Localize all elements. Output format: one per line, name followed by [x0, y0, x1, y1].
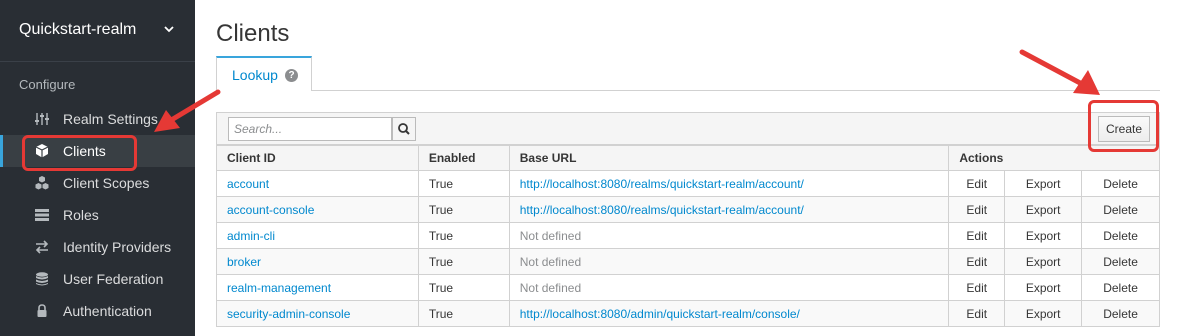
tab-lookup[interactable]: Lookup ?: [216, 56, 312, 91]
table-row: account-console True http://localhost:80…: [216, 196, 1160, 223]
export-button[interactable]: Export: [1004, 196, 1083, 223]
search-icon: [398, 123, 410, 135]
list-icon: [35, 209, 49, 221]
enabled-value: True: [417, 300, 510, 327]
table-row: realm-management True Not defined Edit E…: [216, 274, 1160, 301]
client-id-link[interactable]: security-admin-console: [216, 300, 419, 327]
base-url-link[interactable]: http://localhost:8080/realms/quickstart-…: [508, 170, 950, 197]
base-url-link[interactable]: http://localhost:8080/realms/quickstart-…: [508, 196, 950, 223]
base-url-value: Not defined: [508, 274, 950, 301]
realm-selector[interactable]: Quickstart-realm: [0, 0, 195, 62]
enabled-value: True: [417, 222, 510, 249]
table-row: security-admin-console True http://local…: [216, 300, 1160, 327]
edit-button[interactable]: Edit: [948, 300, 1006, 327]
table-row: broker True Not defined Edit Export Dele…: [216, 248, 1160, 275]
export-button[interactable]: Export: [1004, 170, 1083, 197]
export-button[interactable]: Export: [1004, 222, 1083, 249]
sliders-icon: [35, 113, 49, 125]
tabs-divider: [216, 90, 1160, 91]
tab-label: Lookup: [232, 67, 278, 83]
sidebar-item-label: Authentication: [63, 303, 152, 319]
edit-button[interactable]: Edit: [948, 248, 1006, 275]
export-button[interactable]: Export: [1004, 300, 1083, 327]
sidebar-item-label: User Federation: [63, 271, 164, 287]
database-icon: [36, 272, 48, 286]
base-url-link[interactable]: http://localhost:8080/admin/quickstart-r…: [508, 300, 950, 327]
base-url-value: Not defined: [508, 222, 950, 249]
exchange-icon: [35, 240, 49, 254]
clients-highlight-box: [22, 135, 137, 171]
delete-button[interactable]: Delete: [1081, 274, 1160, 301]
column-header-base-url[interactable]: Base URL: [508, 145, 950, 171]
edit-button[interactable]: Edit: [948, 170, 1006, 197]
sidebar-item-client-scopes[interactable]: Client Scopes: [0, 167, 195, 199]
delete-button[interactable]: Delete: [1081, 196, 1160, 223]
sidebar-item-label: Realm Settings: [63, 111, 158, 127]
help-icon[interactable]: ?: [285, 69, 298, 82]
enabled-value: True: [417, 248, 510, 275]
sidebar-item-label: Identity Providers: [63, 239, 172, 255]
search-input[interactable]: [228, 117, 392, 141]
chevron-down-icon: [164, 26, 174, 33]
delete-button[interactable]: Delete: [1081, 300, 1160, 327]
sidebar-item-label: Client Scopes: [63, 175, 150, 191]
page-title: Clients: [216, 20, 290, 47]
sidebar-item-roles[interactable]: Roles: [0, 199, 195, 231]
client-id-link[interactable]: account: [216, 170, 419, 197]
enabled-value: True: [417, 170, 510, 197]
clients-table: Client ID Enabled Base URL Actions accou…: [216, 145, 1160, 327]
column-header-client-id[interactable]: Client ID: [216, 145, 419, 171]
arrow-to-create-icon: [1019, 49, 1100, 95]
table-row: account True http://localhost:8080/realm…: [216, 170, 1160, 197]
cubes-icon: [35, 176, 49, 190]
delete-button[interactable]: Delete: [1081, 222, 1160, 249]
edit-button[interactable]: Edit: [948, 274, 1006, 301]
lock-icon: [37, 304, 47, 317]
client-id-link[interactable]: realm-management: [216, 274, 419, 301]
create-highlight-box: [1088, 100, 1159, 152]
enabled-value: True: [417, 274, 510, 301]
client-id-link[interactable]: account-console: [216, 196, 419, 223]
client-id-link[interactable]: broker: [216, 248, 419, 275]
export-button[interactable]: Export: [1004, 248, 1083, 275]
table-row: admin-cli True Not defined Edit Export D…: [216, 222, 1160, 249]
sidebar-item-label: Roles: [63, 207, 99, 223]
table-toolbar: Create: [216, 112, 1160, 145]
search-button[interactable]: [392, 117, 416, 141]
realm-name: Quickstart-realm: [19, 21, 137, 38]
enabled-value: True: [417, 196, 510, 223]
edit-button[interactable]: Edit: [948, 222, 1006, 249]
sidebar-item-authentication[interactable]: Authentication: [0, 295, 195, 327]
sidebar-item-identity-providers[interactable]: Identity Providers: [0, 231, 195, 263]
delete-button[interactable]: Delete: [1081, 248, 1160, 275]
table-header-row: Client ID Enabled Base URL Actions: [216, 145, 1160, 171]
base-url-value: Not defined: [508, 248, 950, 275]
client-id-link[interactable]: admin-cli: [216, 222, 419, 249]
edit-button[interactable]: Edit: [948, 196, 1006, 223]
delete-button[interactable]: Delete: [1081, 170, 1160, 197]
sidebar-item-user-federation[interactable]: User Federation: [0, 263, 195, 295]
section-label-configure: Configure: [19, 77, 76, 92]
sidebar-item-realm-settings[interactable]: Realm Settings: [0, 103, 195, 135]
column-header-enabled[interactable]: Enabled: [417, 145, 510, 171]
export-button[interactable]: Export: [1004, 274, 1083, 301]
